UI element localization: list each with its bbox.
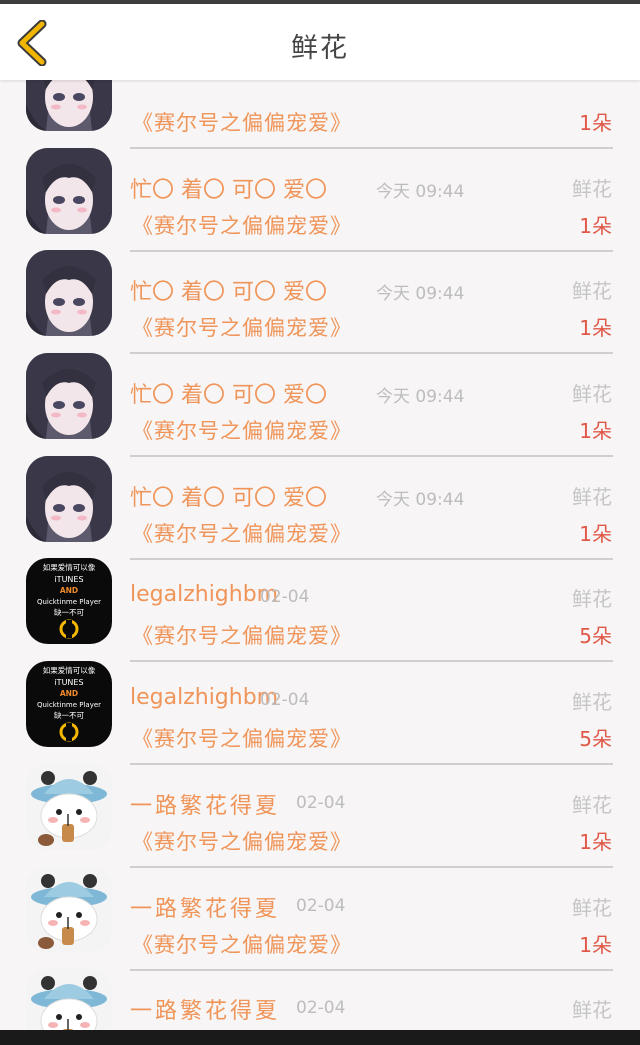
send-time: 今天 09:44 bbox=[376, 387, 465, 408]
send-time: 02-04 bbox=[260, 587, 310, 608]
avatar[interactable] bbox=[26, 147, 112, 234]
avatar[interactable] bbox=[26, 455, 112, 542]
avatar-text-0: 如果爱情可以像 bbox=[43, 562, 96, 572]
panda-avatar-image bbox=[26, 969, 112, 1030]
anime-girl-avatar-image bbox=[26, 250, 112, 337]
panda-avatar-image bbox=[26, 866, 112, 953]
avatar[interactable] bbox=[26, 80, 112, 131]
list-item[interactable]: 忙〇 着〇 可〇 爱〇 今天 09:44 鲜花 《赛尔号之偏偏宠爱》 1朵 bbox=[0, 436, 640, 560]
list-item[interactable]: 一路繁花得夏 02-04 鲜花 《赛尔号之偏偏宠爱》 1朵 bbox=[0, 744, 640, 868]
gift-type: 鲜花 bbox=[572, 382, 612, 407]
gift-type: 鲜花 bbox=[572, 587, 612, 612]
user-name[interactable]: 忙〇 着〇 可〇 爱〇 bbox=[130, 172, 327, 204]
gift-list[interactable]: 《赛尔号之偏偏宠爱》 1朵 忙〇 着〇 可〇 爱〇 今天 09:44 鲜花 《赛… bbox=[0, 80, 640, 1030]
list-item[interactable]: 忙〇 着〇 可〇 爱〇 今天 09:44 鲜花 《赛尔号之偏偏宠爱》 1朵 bbox=[0, 230, 640, 355]
user-name[interactable]: 一路繁花得夏 bbox=[130, 788, 280, 820]
avatar-text-3: Quicktinme Player bbox=[37, 701, 101, 709]
gift-type: 鲜花 bbox=[572, 279, 612, 304]
send-time: 今天 09:44 bbox=[376, 181, 465, 202]
avatar[interactable] bbox=[26, 353, 112, 440]
itunes-avatar-image: 如果爱情可以像 iTUNES AND Quicktinme Player 缺一不… bbox=[26, 558, 112, 645]
send-time: 02-04 bbox=[296, 998, 346, 1019]
user-name[interactable]: 一路繁花得夏 bbox=[130, 891, 280, 923]
avatar[interactable] bbox=[26, 866, 112, 953]
nav-bar bbox=[0, 1030, 640, 1045]
send-time: 02-04 bbox=[296, 792, 346, 813]
itunes-avatar-image: 如果爱情可以像 iTUNES AND Quicktinme Player 缺一不… bbox=[26, 661, 112, 748]
gift-type: 鲜花 bbox=[572, 176, 612, 201]
send-time: 今天 09:44 bbox=[376, 489, 465, 510]
gift-type: 鲜花 bbox=[572, 792, 612, 817]
user-name[interactable]: 忙〇 着〇 可〇 爱〇 bbox=[130, 377, 327, 409]
list-item[interactable]: 一路繁花得夏 02-04 鲜花 《赛尔号之偏偏宠爱》 1朵 bbox=[0, 847, 640, 971]
anime-girl-avatar-image bbox=[26, 353, 112, 440]
anime-girl-avatar-image bbox=[26, 80, 112, 131]
gift-type: 鲜花 bbox=[572, 895, 612, 920]
header: 鲜花 bbox=[0, 4, 640, 80]
avatar-text-3: Quicktinme Player bbox=[37, 598, 101, 606]
user-name[interactable]: 一路繁花得夏 bbox=[130, 993, 280, 1025]
avatar[interactable] bbox=[26, 969, 112, 1030]
avatar[interactable]: 如果爱情可以像 iTUNES AND Quicktinme Player 缺一不… bbox=[26, 558, 112, 645]
send-time: 02-04 bbox=[260, 690, 310, 711]
avatar-text-4: 缺一不可 bbox=[54, 710, 84, 720]
avatar[interactable] bbox=[26, 250, 112, 337]
anime-girl-avatar-image bbox=[26, 455, 112, 542]
avatar[interactable] bbox=[26, 763, 112, 850]
send-time: 02-04 bbox=[296, 895, 346, 916]
page-title: 鲜花 bbox=[291, 33, 349, 64]
avatar-text-2: AND bbox=[60, 689, 78, 698]
list-item[interactable]: 一路繁花得夏 02-04 鲜花 《赛尔号之偏偏宠爱》 5朵 bbox=[0, 949, 640, 1030]
gift-type: 鲜花 bbox=[572, 998, 612, 1023]
gift-type: 鲜花 bbox=[572, 484, 612, 509]
avatar-text-2: AND bbox=[60, 586, 78, 595]
user-name[interactable]: legalzhighbm bbox=[130, 582, 278, 607]
list-item[interactable]: 忙〇 着〇 可〇 爱〇 今天 09:44 鲜花 《赛尔号之偏偏宠爱》 1朵 bbox=[0, 333, 640, 458]
avatar-text-1: iTUNES bbox=[54, 575, 83, 584]
list-item[interactable]: 如果爱情可以像 iTUNES AND Quicktinme Player 缺一不… bbox=[0, 538, 640, 663]
list-item[interactable]: 如果爱情可以像 iTUNES AND Quicktinme Player 缺一不… bbox=[0, 641, 640, 766]
list-item[interactable]: 忙〇 着〇 可〇 爱〇 今天 09:44 鲜花 《赛尔号之偏偏宠爱》 1朵 bbox=[0, 128, 640, 252]
user-name[interactable]: 忙〇 着〇 可〇 爱〇 bbox=[130, 480, 327, 512]
avatar-text-4: 缺一不可 bbox=[54, 607, 84, 617]
avatar-text-0: 如果爱情可以像 bbox=[43, 665, 96, 675]
panda-avatar-image bbox=[26, 763, 112, 850]
list-item[interactable]: 《赛尔号之偏偏宠爱》 1朵 bbox=[0, 80, 640, 149]
avatar[interactable]: 如果爱情可以像 iTUNES AND Quicktinme Player 缺一不… bbox=[26, 661, 112, 748]
gift-type: 鲜花 bbox=[572, 690, 612, 715]
user-name[interactable]: 忙〇 着〇 可〇 爱〇 bbox=[130, 274, 327, 306]
anime-girl-avatar-image bbox=[26, 147, 112, 234]
avatar-text-1: iTUNES bbox=[54, 678, 83, 687]
send-time: 今天 09:44 bbox=[376, 284, 465, 305]
user-name[interactable]: legalzhighbm bbox=[130, 685, 278, 710]
